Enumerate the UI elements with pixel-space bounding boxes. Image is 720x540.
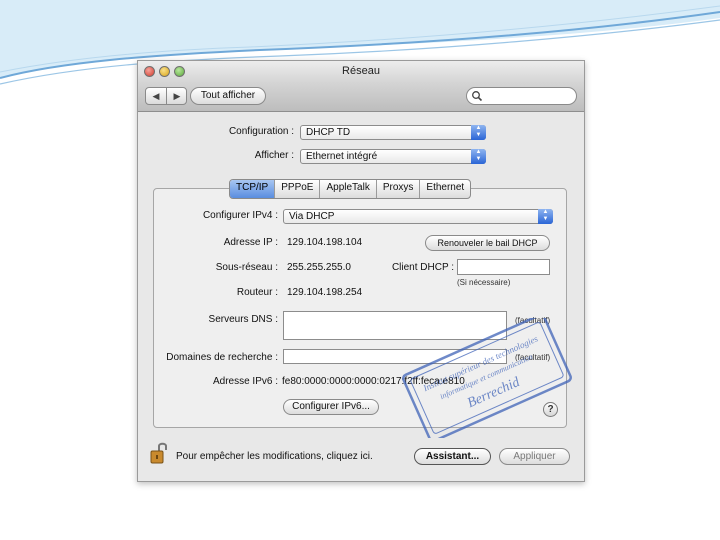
popup-arrows-icon: ▲ ▼: [471, 149, 486, 164]
tab-bar: TCP/IP PPPoE AppleTalk Proxys Ethernet: [229, 179, 472, 199]
configuration-value: DHCP TD: [306, 127, 351, 138]
tab-appletalk[interactable]: AppleTalk: [320, 180, 377, 198]
routeur-label: Routeur :: [236, 287, 278, 298]
popup-arrows-icon: ▲ ▼: [538, 209, 553, 224]
search-domains-value: [284, 355, 287, 366]
adresse-ip-value: 129.104.198.104: [287, 237, 363, 248]
popup-arrows-icon: ▲ ▼: [471, 125, 486, 140]
tab-ethernet[interactable]: Ethernet: [420, 180, 470, 198]
client-dhcp-label: Client DHCP :: [391, 262, 454, 273]
routeur-value: 129.104.198.254: [287, 287, 363, 298]
tab-proxys[interactable]: Proxys: [377, 180, 421, 198]
forward-arrow-icon[interactable]: ▶: [167, 88, 187, 104]
client-dhcp-field[interactable]: [457, 259, 550, 275]
tab-pppoe[interactable]: PPPoE: [275, 180, 321, 198]
renew-dhcp-lease-button[interactable]: Renouveler le bail DHCP: [425, 235, 550, 251]
afficher-label: Afficher :: [254, 150, 294, 161]
si-necessaire-hint: (Si nécessaire): [457, 278, 511, 287]
window-title: Réseau: [342, 65, 380, 77]
adresse-ipv6-label: Adresse IPv6 :: [212, 376, 278, 387]
dns-servers-value: [284, 317, 287, 328]
configuration-label: Configuration :: [228, 126, 294, 137]
appliquer-button[interactable]: Appliquer: [499, 448, 570, 465]
afficher-value: Ethernet intégré: [306, 151, 378, 162]
magnifier-icon: [472, 91, 483, 102]
configurer-ipv4-popup[interactable]: Via DHCP ▲ ▼: [283, 209, 553, 224]
assistant-button[interactable]: Assistant...: [414, 448, 491, 465]
show-all-button[interactable]: Tout afficher: [190, 87, 266, 105]
padlock-icon[interactable]: [150, 441, 168, 465]
sous-reseau-value: 255.255.255.0: [287, 262, 351, 273]
configurer-ipv4-value: Via DHCP: [289, 211, 335, 222]
sous-reseau-label: Sous-réseau :: [215, 262, 278, 273]
tab-tcpip[interactable]: TCP/IP: [230, 180, 276, 198]
lock-message: Pour empêcher les modifications, cliquez…: [176, 451, 373, 462]
title-bar: Réseau: [138, 61, 584, 83]
configurer-ipv4-label: Configurer IPv4 :: [202, 210, 278, 221]
toolbar: ◀ ▶ Tout afficher: [138, 83, 584, 112]
client-dhcp-value: [458, 265, 461, 276]
back-arrow-icon[interactable]: ◀: [146, 88, 166, 104]
domaines-recherche-label: Domaines de recherche :: [166, 352, 278, 363]
institution-stamp: Institut supérieur des technologies info…: [402, 318, 572, 438]
adresse-ip-label: Adresse IP :: [223, 237, 278, 248]
configure-ipv6-button[interactable]: Configurer IPv6...: [283, 399, 379, 415]
back-forward-control: ◀ ▶: [145, 87, 187, 105]
serveurs-dns-label: Serveurs DNS :: [208, 314, 278, 325]
search-field[interactable]: [466, 87, 577, 105]
configuration-popup[interactable]: DHCP TD ▲ ▼: [300, 125, 486, 140]
afficher-popup[interactable]: Ethernet intégré ▲ ▼: [300, 149, 486, 164]
